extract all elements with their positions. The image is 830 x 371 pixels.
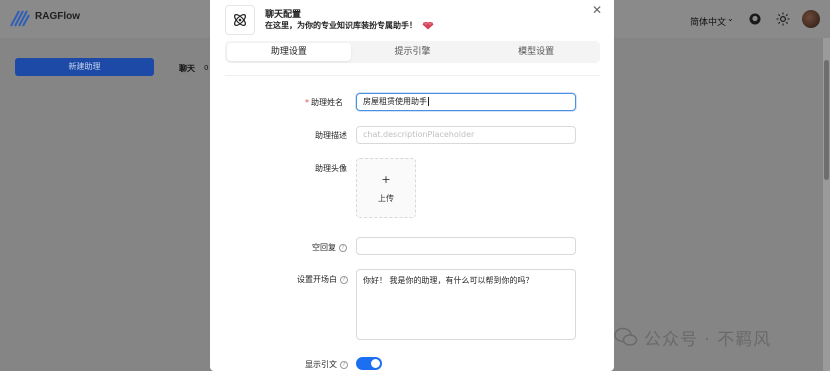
show-quote-toggle[interactable]: [356, 357, 382, 370]
chat-count: 0: [204, 64, 209, 72]
avatar-label: 助理头像: [315, 164, 347, 173]
tab-assistant-settings[interactable]: 助理设置: [227, 43, 351, 61]
tab-model-settings[interactable]: 模型设置: [474, 43, 598, 61]
plus-icon: +: [381, 173, 391, 186]
assistant-name-input[interactable]: 房屋租赁使用助手: [356, 93, 576, 111]
new-assistant-button[interactable]: 新建助理: [15, 58, 154, 76]
assistant-description-input[interactable]: chat.descriptionPlaceholder: [356, 126, 576, 144]
help-icon[interactable]: ?: [339, 243, 347, 252]
user-avatar[interactable]: [802, 10, 820, 28]
upload-label: 上传: [378, 194, 394, 203]
chat-section-label: 聊天: [179, 64, 195, 73]
app-name: RAGFlow: [35, 11, 80, 22]
github-icon[interactable]: [748, 12, 762, 26]
atom-icon: [225, 5, 255, 35]
description-label: 助理描述: [315, 131, 347, 140]
opener-label: 设置开场白: [297, 275, 337, 284]
help-icon[interactable]: ?: [340, 275, 348, 284]
modal-subtitle-text: 在这里，为你的专业知识库装扮专属助手！: [265, 21, 417, 30]
sun-icon[interactable]: [776, 12, 790, 26]
modal-subtitle: 在这里，为你的专业知识库装扮专属助手！: [265, 20, 434, 31]
name-label: 助理姓名: [311, 98, 343, 107]
name-label-row: * 助理姓名: [305, 97, 343, 108]
tab-prompt-engine[interactable]: 提示引擎: [351, 43, 475, 61]
page-scrollbar-thumb[interactable]: [824, 60, 829, 180]
tabs-divider: [225, 75, 600, 76]
ragflow-logo-icon: [10, 10, 30, 27]
modal-tabs: 助理设置 提示引擎 模型设置: [225, 41, 600, 63]
language-selector[interactable]: 简体中文: [690, 15, 726, 28]
avatar-upload[interactable]: + 上传: [356, 158, 416, 218]
help-icon[interactable]: ?: [340, 360, 348, 369]
chat-config-modal: 聊天配置 在这里，为你的专业知识库装扮专属助手！ ✕ 助理设置 提示引擎 模型设…: [210, 0, 614, 371]
close-icon[interactable]: ✕: [592, 3, 602, 17]
required-asterisk: *: [305, 98, 309, 107]
chevron-down-icon[interactable]: ⌄: [727, 14, 734, 23]
gem-icon: [422, 21, 434, 30]
watermark-text: 公众号 · 不羁风: [644, 330, 772, 350]
show-quote-label-row: 显示引文?: [305, 359, 348, 370]
empty-reply-input[interactable]: [356, 237, 576, 255]
opener-label-row: 设置开场白?: [297, 274, 348, 285]
assistant-name-value: 房屋租赁使用助手: [363, 97, 427, 106]
modal-title: 聊天配置: [265, 10, 302, 20]
empty-reply-label: 空回复: [312, 243, 336, 252]
toggle-knob: [371, 359, 380, 368]
text-cursor: [428, 97, 429, 106]
show-quote-label: 显示引文: [305, 360, 337, 369]
empty-reply-label-row: 空回复?: [312, 242, 347, 253]
wechat-icon: [614, 327, 638, 346]
opener-textarea[interactable]: 你好！ 我是你的助理，有什么可以帮到你的吗？: [356, 269, 576, 340]
